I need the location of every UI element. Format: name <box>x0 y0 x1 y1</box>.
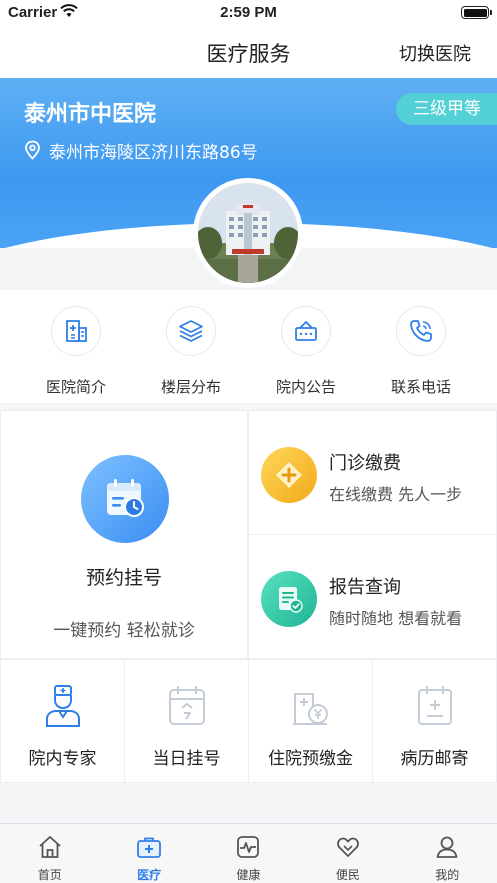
quick-label: 院内公告 <box>275 378 336 396</box>
location-pin-icon <box>25 140 40 160</box>
tab-label: 便民 <box>335 868 360 882</box>
expert-doctors-label: 院内专家 <box>28 749 97 769</box>
tab-home[interactable]: 首页 <box>0 824 99 883</box>
tab-label: 医疗 <box>137 868 162 882</box>
report-document-icon <box>279 587 303 613</box>
nav-bar: 医疗服务 切换医院 <box>0 26 497 78</box>
quick-label: 医院简介 <box>45 378 106 396</box>
quick-label: 楼层分布 <box>160 378 221 396</box>
medical-record-icon <box>417 686 452 725</box>
quick-item-phone[interactable]: 联系电话 <box>359 290 483 403</box>
payment-subtitle: 在线缴费 先人一步 <box>329 485 463 504</box>
hospital-deposit-icon <box>292 693 328 725</box>
switch-hospital-button[interactable]: 切换医院 <box>399 40 471 66</box>
status-bar: Carrier 2:59 PM <box>0 0 497 26</box>
hospital-address-text: 泰州市海陵区济川东路86号 <box>49 142 258 163</box>
hospital-grade-badge: 三级甲等 <box>396 93 497 125</box>
user-icon <box>436 836 458 858</box>
tab-label: 首页 <box>37 868 62 882</box>
calendar-today-icon <box>168 686 205 725</box>
tab-label: 健康 <box>236 868 261 882</box>
report-card[interactable]: 报告查询 随时随地 想看就看 <box>249 535 496 658</box>
battery-icon <box>461 6 492 19</box>
payment-card[interactable]: 门诊缴费 在线缴费 先人一步 <box>249 411 496 534</box>
clock: 2:59 PM <box>220 4 277 21</box>
payment-icon-circle <box>261 447 317 503</box>
building-icon <box>66 320 87 342</box>
layers-icon <box>179 320 203 342</box>
calendar-clock-icon <box>107 479 144 517</box>
quick-item-hospital-intro[interactable]: 医院简介 <box>14 290 138 403</box>
appointment-icon-circle <box>81 455 169 543</box>
tab-bar: 首页 医疗 健康 便民 我的 <box>0 823 497 883</box>
app-screen: Carrier 2:59 PM 医疗服务 切换医院 泰州市中医院 三级甲等 泰州… <box>0 0 497 883</box>
hospital-building-image <box>198 183 298 283</box>
tab-convenience[interactable]: 便民 <box>298 824 397 883</box>
payment-plus-icon <box>276 462 302 488</box>
same-day-registration-button[interactable]: 当日挂号 <box>125 660 248 782</box>
notice-icon <box>295 321 317 341</box>
medical-kit-icon <box>137 837 161 858</box>
tab-label: 我的 <box>435 868 460 882</box>
heart-hand-icon <box>336 837 359 857</box>
report-icon-circle <box>261 571 317 627</box>
expert-doctors-button[interactable]: 院内专家 <box>1 660 124 782</box>
services-grid: 预约挂号 一键预约 轻松就诊 门诊缴费 在线缴费 先人一步 报告查询 随时随地 … <box>0 410 497 783</box>
appointment-subtitle: 一键预约 轻松就诊 <box>53 621 195 641</box>
appointment-card[interactable]: 预约挂号 一键预约 轻松就诊 <box>1 411 247 658</box>
medical-record-mail-button[interactable]: 病历邮寄 <box>373 660 496 782</box>
hospital-photo <box>193 178 303 288</box>
hospital-deposit-label: 住院预缴金 <box>268 749 353 769</box>
hospital-deposit-button[interactable]: 住院预缴金 <box>249 660 372 782</box>
tab-profile[interactable]: 我的 <box>398 824 497 883</box>
quick-label: 联系电话 <box>390 378 451 396</box>
same-day-registration-label: 当日挂号 <box>152 749 221 769</box>
appointment-title: 预约挂号 <box>85 567 162 589</box>
doctor-icon <box>45 685 80 727</box>
phone-icon <box>410 320 432 342</box>
report-subtitle: 随时随地 想看就看 <box>329 609 463 628</box>
home-icon <box>39 836 61 858</box>
heartbeat-monitor-icon <box>237 836 260 858</box>
quick-menu: 医院简介 楼层分布 院内公告 联系电话 <box>0 290 497 403</box>
tab-medical[interactable]: 医疗 <box>99 824 198 883</box>
medical-record-mail-label: 病历邮寄 <box>400 749 469 769</box>
quick-item-notices[interactable]: 院内公告 <box>244 290 368 403</box>
tab-health[interactable]: 健康 <box>199 824 298 883</box>
payment-title: 门诊缴费 <box>329 453 401 474</box>
quick-item-floor-map[interactable]: 楼层分布 <box>129 290 253 403</box>
report-title: 报告查询 <box>329 577 401 598</box>
hospital-name: 泰州市中医院 <box>24 102 157 127</box>
hospital-address[interactable]: 泰州市海陵区济川东路86号 <box>24 138 258 163</box>
